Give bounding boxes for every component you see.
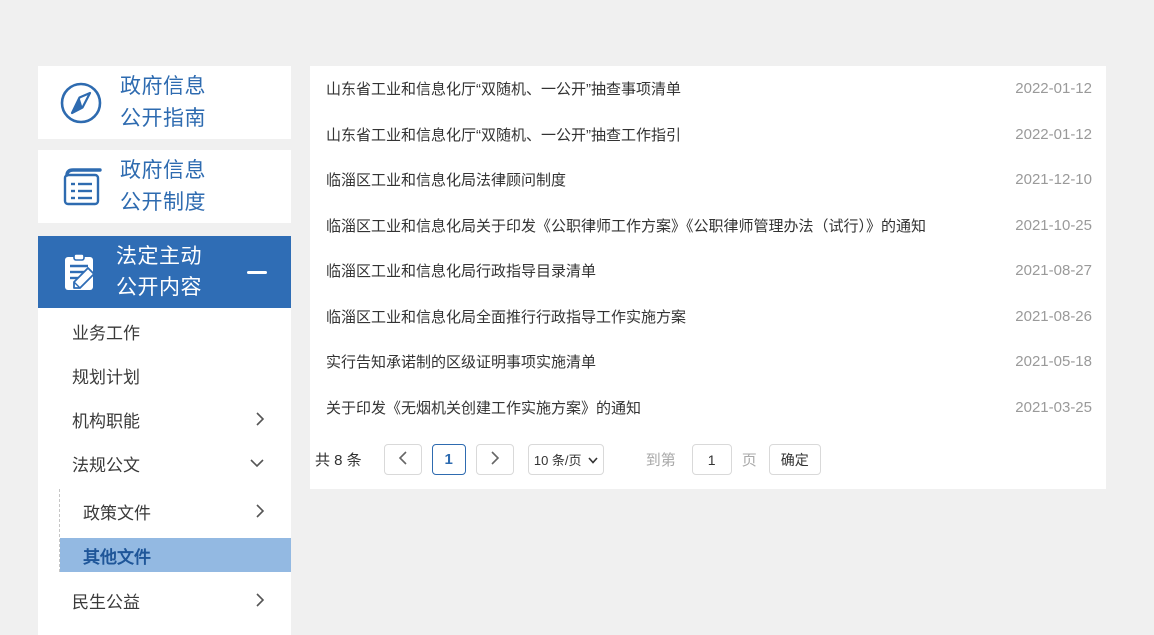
clipboard-pencil-icon [58,251,100,293]
list-item[interactable]: 实行告知承诺制的区级证明事项实施清单 2021-05-18 [310,339,1106,385]
list-item[interactable]: 山东省工业和信息化厅“双随机、一公开”抽查工作指引 2022-01-12 [310,112,1106,158]
page-number-button[interactable]: 1 [431,444,466,475]
card-label-line1: 政府信息 [120,158,206,182]
goto-page-input[interactable] [691,444,732,475]
book-lines-icon [58,164,104,210]
compass-icon [58,80,104,126]
document-date: 2022-01-12 [1015,125,1092,143]
section-title-line2: 公开内容 [116,276,202,299]
document-title[interactable]: 山东省工业和信息化厅“双随机、一公开”抽查工作指引 [326,124,997,145]
goto-page-prefix: 到第 [645,452,676,469]
section-title-line1: 法定主动 [116,245,202,268]
document-date: 2021-12-10 [1015,171,1092,189]
sidebar: 政府信息 公开指南 政府信息 公开制度 法定主动 公开内容 业务工作 规划计划 … [38,66,291,635]
document-date: 2021-08-26 [1015,307,1092,325]
chevron-left-icon [398,450,408,469]
chevron-right-icon [490,450,500,469]
page-size-select[interactable]: 10 条/页 [527,444,604,475]
menu-item-label: 民生公益 [72,592,140,612]
sidebar-item-public-welfare[interactable]: 民生公益 [38,578,291,622]
sidebar-card-label: 政府信息 公开指南 [120,71,206,135]
caret-down-icon [587,452,598,467]
document-title[interactable]: 山东省工业和信息化厅“双随机、一公开”抽查事项清单 [326,78,997,99]
document-date: 2021-03-25 [1015,398,1092,416]
confirm-button[interactable]: 确定 [768,444,821,475]
chevron-down-icon [249,458,265,468]
goto-page-suffix: 页 [741,452,757,469]
sidebar-card-open-guide[interactable]: 政府信息 公开指南 [38,66,291,139]
submenu-regulations: 政策文件 其他文件 [59,489,291,572]
section-title: 法定主动 公开内容 [116,241,202,303]
sidebar-item-organization-functions[interactable]: 机构职能 [38,397,291,441]
menu-item-label: 业务工作 [72,323,140,343]
menu-item-label: 其他文件 [83,547,151,567]
sidebar-card-label: 政府信息 公开制度 [120,155,206,219]
document-date: 2022-01-12 [1015,80,1092,98]
list-item[interactable]: 临淄区工业和信息化局关于印发《公职律师工作方案》《公职律师管理办法（试行）》的通… [310,203,1106,249]
card-label-line1: 政府信息 [120,74,206,98]
sidebar-item-policy-documents[interactable]: 政策文件 [60,489,291,533]
document-title[interactable]: 临淄区工业和信息化局全面推行行政指导工作实施方案 [326,306,997,327]
menu-item-label: 规划计划 [72,367,140,387]
prev-page-button[interactable] [383,444,422,475]
minus-icon[interactable] [247,270,267,274]
main-content: 山东省工业和信息化厅“双随机、一公开”抽查事项清单 2022-01-12 山东省… [310,66,1106,489]
document-title[interactable]: 临淄区工业和信息化局法律顾问制度 [326,169,997,190]
document-title[interactable]: 实行告知承诺制的区级证明事项实施清单 [326,351,997,372]
menu-item-label: 政策文件 [83,503,151,523]
sidebar-item-regulations-documents[interactable]: 法规公文 [38,441,291,485]
document-title[interactable]: 临淄区工业和信息化局行政指导目录清单 [326,260,997,281]
list-item[interactable]: 临淄区工业和信息化局行政指导目录清单 2021-08-27 [310,248,1106,294]
document-date: 2021-08-27 [1015,262,1092,280]
card-label-line2: 公开制度 [120,190,206,214]
chevron-right-icon [255,503,265,519]
chevron-right-icon [255,411,265,427]
sidebar-menu: 业务工作 规划计划 机构职能 法规公文 政策文件 其他文件 民生公益 [38,308,291,635]
document-date: 2021-05-18 [1015,353,1092,371]
list-item[interactable]: 山东省工业和信息化厅“双随机、一公开”抽查事项清单 2022-01-12 [310,66,1106,112]
sidebar-section-legal-disclosure[interactable]: 法定主动 公开内容 [38,236,291,308]
menu-item-label: 机构职能 [72,411,140,431]
list-item[interactable]: 关于印发《无烟机关创建工作实施方案》的通知 2021-03-25 [310,385,1106,431]
pagination: 共 8 条 1 10 条/页 到第 页 确定 [310,430,1106,489]
chevron-right-icon [255,592,265,608]
sidebar-item-other-documents[interactable]: 其他文件 [60,538,291,572]
next-page-button[interactable] [475,444,514,475]
menu-item-label: 法规公文 [72,455,140,475]
document-date: 2021-10-25 [1015,216,1092,234]
document-title[interactable]: 关于印发《无烟机关创建工作实施方案》的通知 [326,397,997,418]
sidebar-item-business-work[interactable]: 业务工作 [38,309,291,353]
sidebar-card-open-system[interactable]: 政府信息 公开制度 [38,150,291,223]
card-label-line2: 公开指南 [120,106,206,130]
document-title[interactable]: 临淄区工业和信息化局关于印发《公职律师工作方案》《公职律师管理办法（试行）》的通… [326,215,997,236]
total-count-label: 共 8 条 [315,452,362,469]
sidebar-item-planning[interactable]: 规划计划 [38,353,291,397]
document-list: 山东省工业和信息化厅“双随机、一公开”抽查事项清单 2022-01-12 山东省… [310,66,1106,430]
list-item[interactable]: 临淄区工业和信息化局法律顾问制度 2021-12-10 [310,157,1106,203]
list-item[interactable]: 临淄区工业和信息化局全面推行行政指导工作实施方案 2021-08-26 [310,294,1106,340]
page-size-label: 10 条/页 [533,453,582,468]
sidebar-menu-panel: 法定主动 公开内容 业务工作 规划计划 机构职能 法规公文 政策文件 其他文件 … [38,236,291,635]
